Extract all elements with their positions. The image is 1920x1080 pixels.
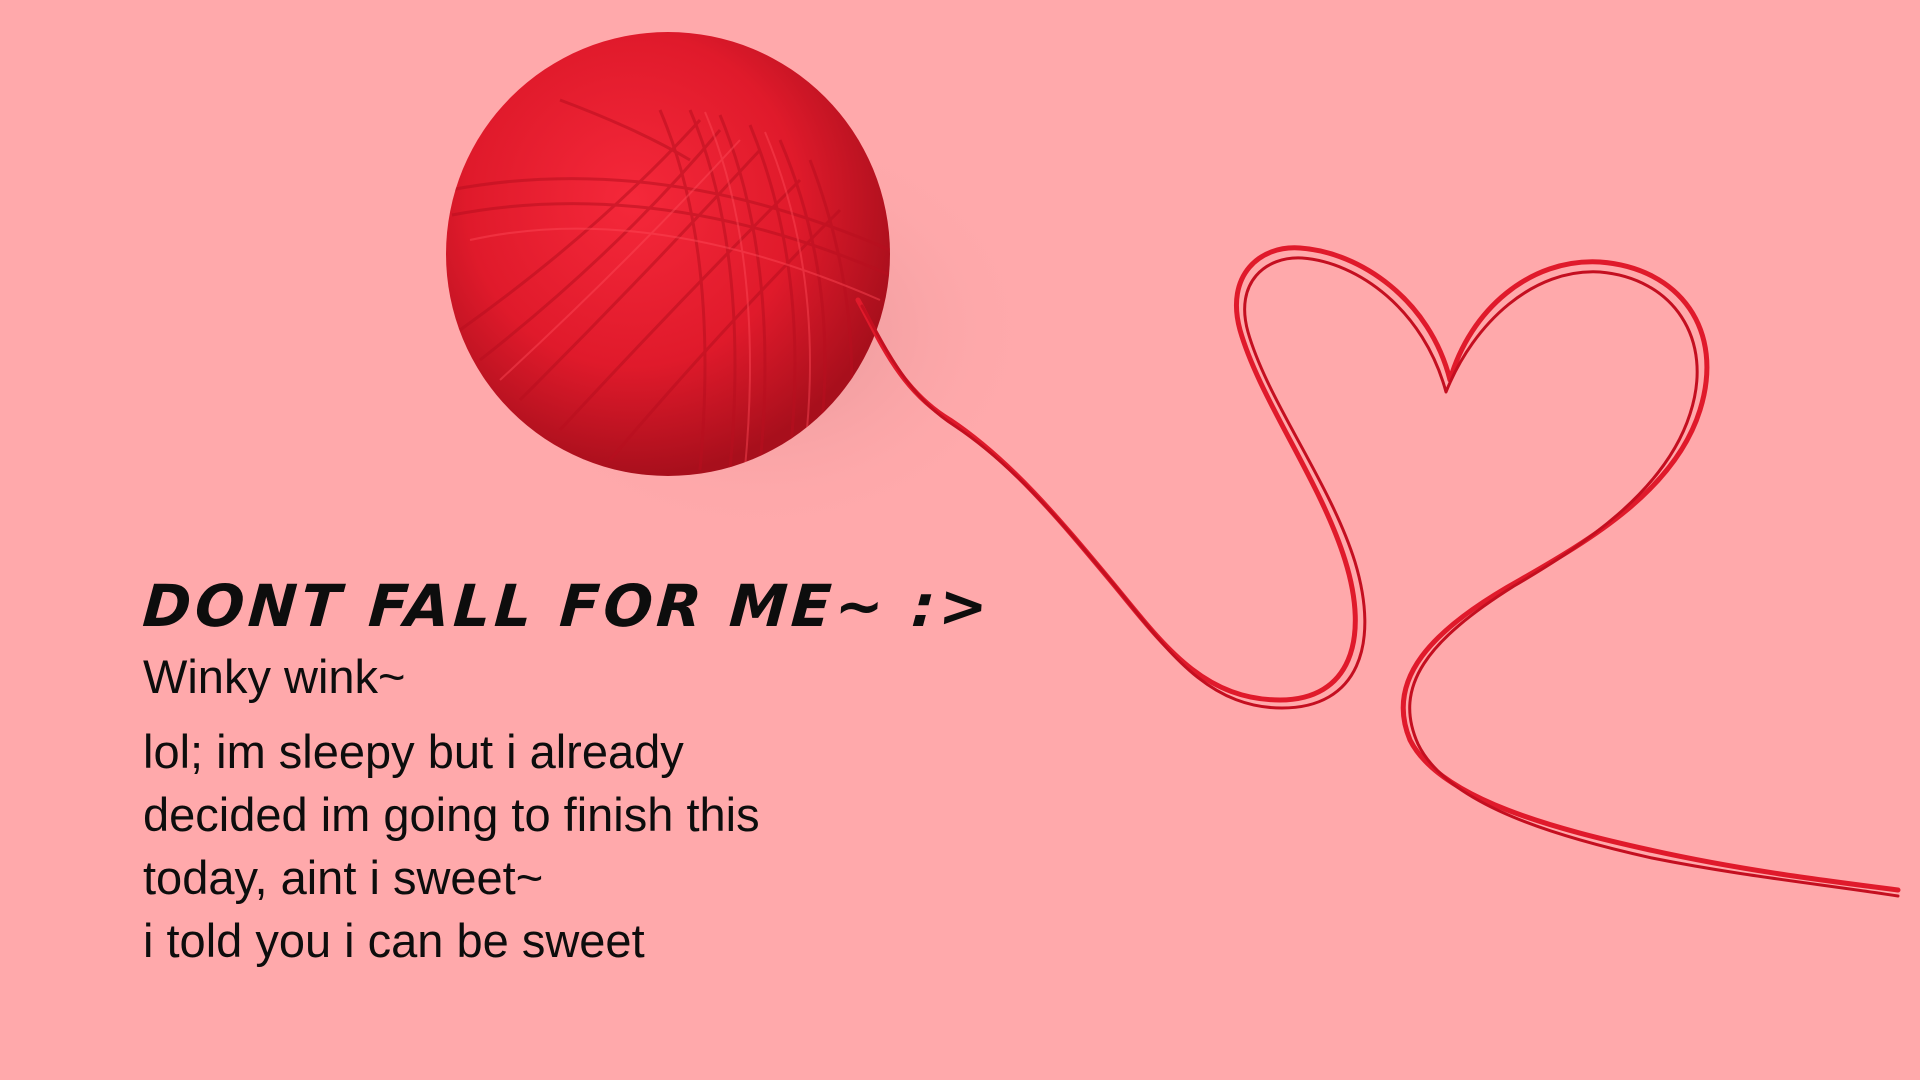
text-block: DONT FALL FOR ME~ :> Winky wink~ lol; im… bbox=[140, 570, 1043, 972]
body-text: lol; im sleepy but i already decided im … bbox=[143, 720, 1043, 972]
body-line: today, aint i sweet~ bbox=[143, 851, 544, 904]
body-line: lol; im sleepy but i already bbox=[143, 725, 684, 778]
yarn-ball-icon bbox=[446, 32, 890, 476]
subtitle: Winky wink~ bbox=[143, 650, 406, 703]
slide-canvas: DONT FALL FOR ME~ :> Winky wink~ lol; im… bbox=[0, 0, 1920, 1080]
body-line: decided im going to finish this bbox=[143, 788, 760, 841]
headline: DONT FALL FOR ME~ :> bbox=[140, 572, 994, 640]
body-line: i told you i can be sweet bbox=[143, 914, 645, 967]
